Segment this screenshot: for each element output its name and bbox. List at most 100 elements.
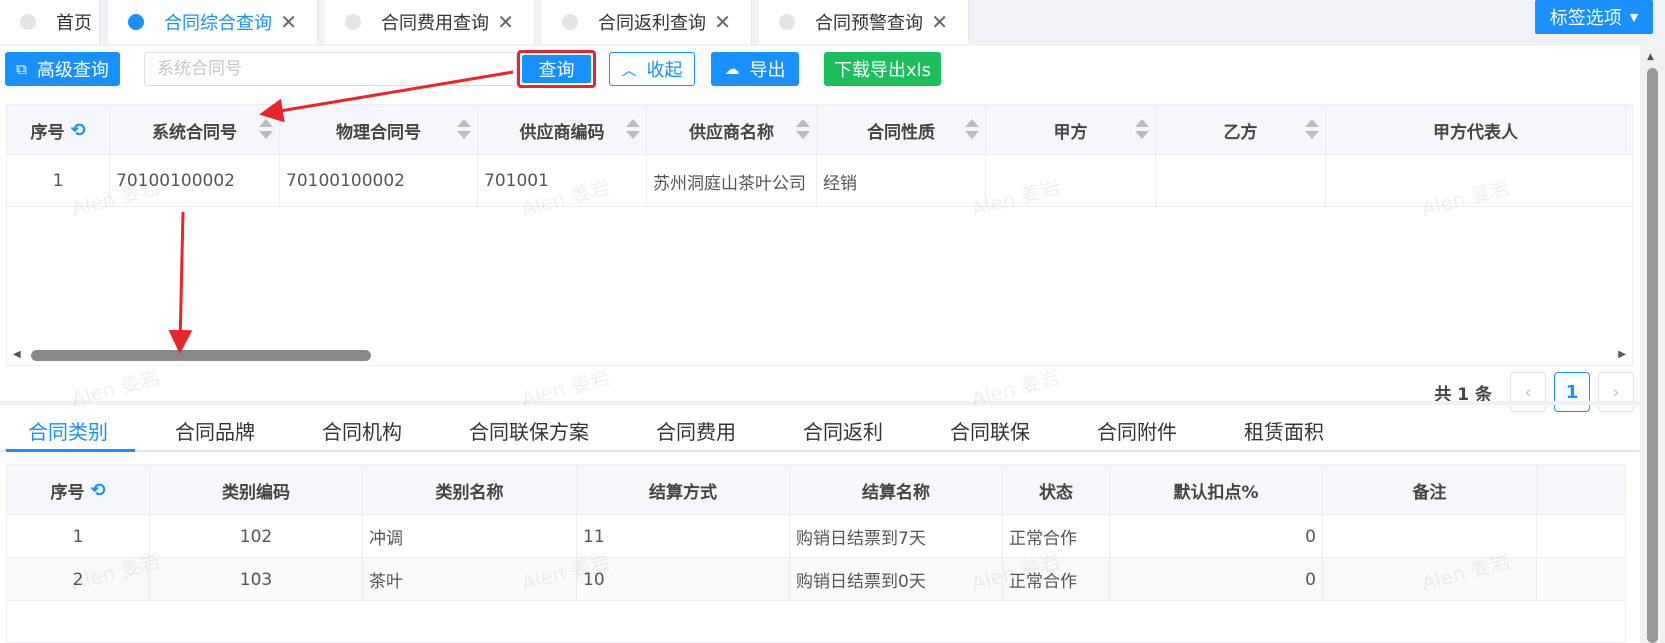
tab-contract-guarantee[interactable]: 合同联保 [950, 416, 1030, 445]
column-header-party-b[interactable]: 乙方 [1156, 105, 1326, 155]
table-cell: 701001 [478, 155, 647, 207]
category-table: 序号 ⟲ 类别编码 类别名称 结算方式 结算名称 状态 默认扣点% 备注 1 1… [6, 464, 1626, 643]
tab-label: 合同综合查询 [164, 13, 272, 34]
table-header: 序号 ⟲ 系统合同号 物理合同号 供应商编码 供应商名称 合同性质 甲方 乙方 … [7, 105, 1632, 155]
tab-options-button[interactable]: 标签选项 ▼ [1535, 0, 1653, 34]
table-cell [1326, 155, 1626, 207]
tab-contract-fee-query[interactable]: 合同费用查询 ✕ [325, 0, 535, 44]
next-page-button[interactable]: › [1598, 372, 1634, 412]
tab-contract-warning-query[interactable]: 合同预警查询 ✕ [759, 0, 969, 44]
column-header-default-deduction: 默认扣点% [1110, 465, 1323, 515]
tab-contract-attachment[interactable]: 合同附件 [1097, 416, 1177, 445]
tab-dot-icon [20, 14, 36, 30]
sort-icon[interactable] [259, 119, 273, 141]
close-icon[interactable]: ✕ [931, 10, 948, 34]
column-header-label: 乙方 [1223, 122, 1258, 143]
tab-contract-category[interactable]: 合同类别 [28, 416, 108, 445]
collapse-button[interactable]: ︿ 收起 [609, 52, 695, 86]
collapse-label: 收起 [646, 60, 683, 81]
refresh-sort-icon[interactable]: ⟲ [90, 480, 105, 501]
table-row[interactable]: 1 70100100002 70100100002 701001 苏州洞庭山茶叶… [7, 155, 1632, 207]
close-icon[interactable]: ✕ [714, 10, 731, 34]
column-header-label: 供应商编码 [519, 122, 605, 143]
vertical-scrollbar[interactable]: ▲ [1640, 46, 1665, 643]
scroll-left-icon[interactable]: ◀ [13, 349, 21, 360]
table-cell [1156, 155, 1326, 207]
table-cell: 2 [7, 558, 150, 601]
pagination: 共 1 条 ‹ 1 › [1434, 372, 1634, 412]
toolbar: ⧉ 高级查询 系统合同号 查询 ︿ 收起 ☁ 导出 下载导出xls [0, 46, 1640, 92]
sort-icon[interactable] [1135, 119, 1149, 141]
table-cell: 0 [1110, 558, 1323, 601]
tab-contract-rebate[interactable]: 合同返利 [803, 416, 883, 445]
sort-icon[interactable] [1305, 119, 1319, 141]
tab-dot-icon [562, 14, 578, 30]
table-cell: 10 [577, 558, 790, 601]
column-header-supplier-code[interactable]: 供应商编码 [478, 105, 647, 155]
scroll-up-icon[interactable]: ▲ [1647, 52, 1654, 62]
column-header-index: 序号 ⟲ [7, 465, 150, 515]
advanced-search-button[interactable]: ⧉ 高级查询 [5, 52, 120, 86]
column-header-status: 状态 [1003, 465, 1110, 515]
detail-tabs: 合同类别 合同品牌 合同机构 合同联保方案 合同费用 合同返利 合同联保 合同附… [0, 408, 1640, 452]
table-cell: 70100100002 [280, 155, 478, 207]
query-button[interactable]: 查询 [522, 55, 591, 83]
download-xls-button[interactable]: 下载导出xls [824, 52, 941, 86]
contract-number-input[interactable]: 系统合同号 [144, 52, 517, 86]
tab-rental-area[interactable]: 租赁面积 [1244, 416, 1324, 445]
sort-icon[interactable] [796, 119, 810, 141]
column-header-category-code: 类别编码 [150, 465, 363, 515]
tab-contract-rebate-query[interactable]: 合同返利查询 ✕ [542, 0, 752, 44]
column-header-party-a-rep[interactable]: 甲方代表人 [1326, 105, 1626, 155]
tab-contract-query[interactable]: 合同综合查询 ✕ [108, 0, 318, 44]
table-cell: 103 [150, 558, 363, 601]
scrollbar-thumb[interactable] [1647, 68, 1658, 643]
export-button[interactable]: ☁ 导出 [711, 52, 799, 86]
advanced-search-label: 高级查询 [36, 60, 109, 81]
table-cell: 经销 [817, 155, 986, 207]
tab-dot-icon [345, 14, 361, 30]
column-header-system-contract-no[interactable]: 系统合同号 [110, 105, 280, 155]
tab-dot-icon [779, 14, 795, 30]
column-header-supplier-name[interactable]: 供应商名称 [647, 105, 817, 155]
table-cell: 正常合作 [1003, 558, 1110, 601]
table-row[interactable]: 1 102 冲调 11 购销日结票到7天 正常合作 0 [7, 515, 1625, 558]
table-cell [1323, 558, 1537, 601]
sort-icon[interactable] [965, 119, 979, 141]
scrollbar-thumb[interactable] [31, 350, 371, 361]
sort-icon[interactable] [626, 119, 640, 141]
close-icon[interactable]: ✕ [497, 10, 514, 34]
table-cell: 冲调 [363, 515, 577, 558]
table-cell: 正常合作 [1003, 515, 1110, 558]
horizontal-scrollbar[interactable]: ◀ ▶ [7, 343, 1632, 365]
active-tab-indicator [6, 449, 135, 452]
tab-contract-fee[interactable]: 合同费用 [656, 416, 736, 445]
tab-dot-icon [128, 14, 144, 30]
column-header-remark: 备注 [1323, 465, 1537, 515]
table-cell: 11 [577, 515, 790, 558]
tab-home[interactable]: 首页 [0, 0, 100, 44]
table-cell: 1 [7, 515, 150, 558]
cloud-upload-icon: ☁ [724, 60, 740, 78]
column-header-label: 供应商名称 [689, 122, 774, 143]
column-header-physical-contract-no[interactable]: 物理合同号 [280, 105, 478, 155]
sort-icon[interactable] [457, 119, 471, 141]
tab-contract-brand[interactable]: 合同品牌 [175, 416, 255, 445]
column-header-label: 序号 [50, 482, 85, 503]
refresh-sort-icon[interactable]: ⟲ [70, 120, 85, 141]
column-header-label: 系统合同号 [152, 122, 237, 143]
scroll-right-icon[interactable]: ▶ [1618, 349, 1626, 360]
tab-options-label: 标签选项 [1549, 8, 1622, 29]
prev-page-button[interactable]: ‹ [1510, 372, 1546, 412]
page-number-button[interactable]: 1 [1554, 372, 1590, 412]
tab-contract-org[interactable]: 合同机构 [322, 416, 402, 445]
column-header-party-a[interactable]: 甲方 [986, 105, 1156, 155]
section-divider [0, 401, 1640, 405]
table-row[interactable]: 2 103 茶叶 10 购销日结票到0天 正常合作 0 [7, 558, 1625, 601]
tab-contract-guarantee-plan[interactable]: 合同联保方案 [469, 416, 589, 445]
export-label: 导出 [749, 60, 786, 81]
close-icon[interactable]: ✕ [280, 10, 297, 34]
column-header-contract-nature[interactable]: 合同性质 [817, 105, 986, 155]
tab-bar: 首页 合同综合查询 ✕ 合同费用查询 ✕ 合同返利查询 ✕ 合同预警查询 ✕ 标… [0, 0, 1665, 44]
external-link-icon: ⧉ [16, 60, 27, 78]
